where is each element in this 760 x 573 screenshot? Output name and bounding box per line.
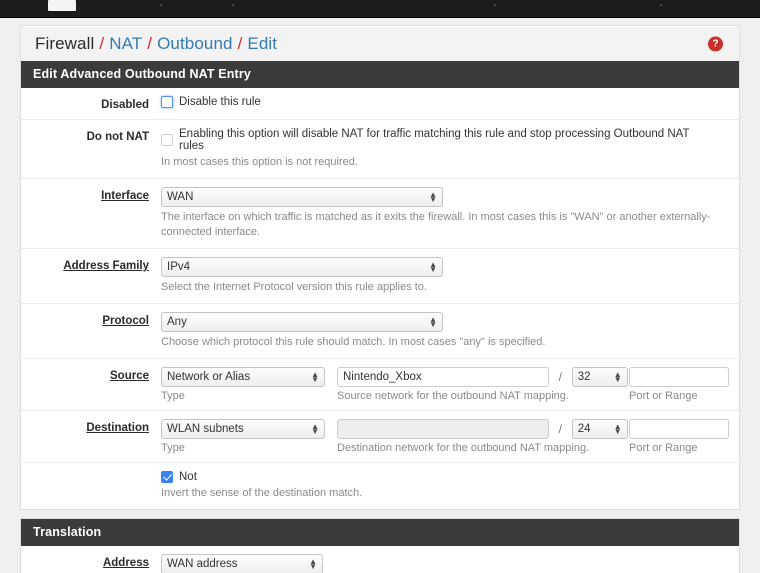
row-address-family: Address Family IPv4 ▲ ▼ Select the Intern… <box>21 249 739 304</box>
help-protocol: Choose which protocol this rule should m… <box>161 336 546 348</box>
source-network-sublabel: Source network for the outbound NAT mapp… <box>337 390 569 402</box>
breadcrumb: Firewall / NAT / Outbound / Edit ? <box>20 25 740 61</box>
row-not: Not Invert the sense of the destination … <box>21 463 739 509</box>
help-address-family: Select the Internet Protocol version thi… <box>161 281 427 293</box>
row-do-not-nat: Do not NAT Enabling this option will dis… <box>21 120 739 179</box>
not-label: Not <box>179 471 197 483</box>
destination-port-input[interactable] <box>629 419 729 439</box>
not-checkbox[interactable] <box>161 471 173 483</box>
source-port-input[interactable] <box>629 367 729 387</box>
source-slash: / <box>558 370 563 384</box>
nav-dot <box>660 4 662 6</box>
disable-rule-checkbox[interactable] <box>161 96 173 108</box>
outbound-nat-panel: Edit Advanced Outbound NAT Entry Disable… <box>20 61 740 510</box>
destination-network-sublabel: Destination network for the outbound NAT… <box>337 442 590 454</box>
panel-title-translation: Translation <box>21 519 739 546</box>
do-not-nat-label: Enabling this option will disable NAT fo… <box>179 128 690 152</box>
nav-dot <box>160 4 162 6</box>
top-navbar <box>0 0 760 18</box>
help-not: Invert the sense of the destination matc… <box>161 487 363 499</box>
row-interface: Interface WAN ▲ ▼ The interface on which … <box>21 179 739 249</box>
row-destination: Destination WLAN subnets ▲ ▼ Type / 24 ▲… <box>21 411 739 463</box>
panel-title-main: Edit Advanced Outbound NAT Entry <box>21 61 739 88</box>
nav-dot <box>494 4 496 6</box>
help-interface: The interface on which traffic is matche… <box>161 211 711 238</box>
source-cidr-select[interactable]: 32 <box>571 367 628 387</box>
do-not-nat-checkbox[interactable] <box>161 134 173 146</box>
destination-type-select[interactable]: WLAN subnets <box>161 419 325 439</box>
breadcrumb-separator: / <box>147 33 153 53</box>
row-protocol: Protocol Any ▲ ▼ Choose which protocol th… <box>21 304 739 359</box>
destination-type-sublabel: Type <box>161 442 185 454</box>
help-icon[interactable]: ? <box>708 36 723 51</box>
address-family-select[interactable]: IPv4 <box>161 257 443 277</box>
label-address-family: Address Family <box>63 260 149 272</box>
breadcrumb-item-edit[interactable]: Edit <box>247 34 277 54</box>
destination-cidr-select[interactable]: 24 <box>571 419 628 439</box>
brand-logo[interactable] <box>48 0 76 11</box>
interface-select[interactable]: WAN <box>161 187 443 207</box>
breadcrumb-item-outbound[interactable]: Outbound <box>157 34 232 54</box>
row-translation-address: Address WAN address ▲▼ Type Connections … <box>21 546 739 573</box>
disable-rule-label: Disable this rule <box>179 96 261 108</box>
breadcrumb-item-firewall: Firewall <box>35 33 95 53</box>
label-destination: Destination <box>86 422 149 434</box>
destination-port-sublabel: Port or Range <box>629 442 698 454</box>
navbar-divider <box>0 18 760 21</box>
row-source: Source Network or Alias ▲▼ Type / <box>21 359 739 411</box>
destination-slash: / <box>558 422 563 436</box>
breadcrumb-separator: / <box>99 33 105 53</box>
label-translation-address: Address <box>102 557 149 569</box>
breadcrumb-item-nat[interactable]: NAT <box>109 34 142 54</box>
translation-address-select[interactable]: WAN address <box>161 554 323 573</box>
source-address-input[interactable] <box>337 367 549 387</box>
breadcrumb-separator: / <box>237 33 243 53</box>
label-not-spacer <box>21 471 161 501</box>
source-type-select[interactable]: Network or Alias <box>161 367 325 387</box>
panel-gap <box>0 510 760 518</box>
label-do-not-nat: Do not NAT <box>86 131 149 143</box>
label-disabled: Disabled <box>101 99 149 111</box>
protocol-select[interactable]: Any <box>161 312 443 332</box>
label-source: Source <box>110 370 149 382</box>
help-do-not-nat: In most cases this option is not require… <box>161 156 358 168</box>
destination-address-input <box>337 419 549 439</box>
label-protocol: Protocol <box>102 315 149 327</box>
label-interface: Interface <box>101 190 149 202</box>
nav-dot <box>232 4 234 6</box>
source-port-sublabel: Port or Range <box>629 390 698 402</box>
row-disabled: Disabled Disable this rule <box>21 88 739 120</box>
translation-panel: Translation Address WAN address ▲▼ Type … <box>20 518 740 573</box>
source-type-sublabel: Type <box>161 390 185 402</box>
